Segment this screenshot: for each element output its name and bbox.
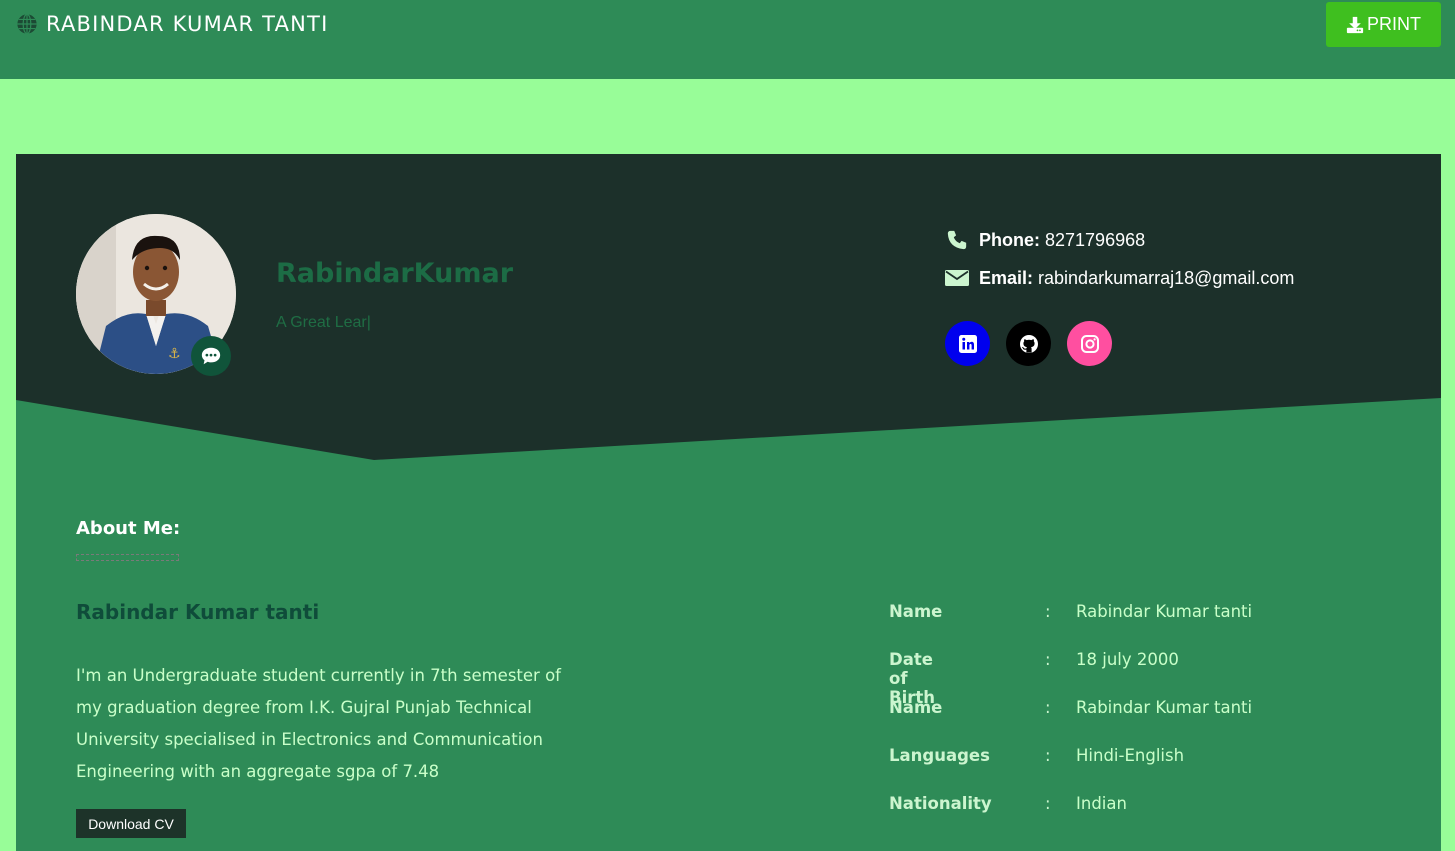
info-value: Indian (1076, 794, 1127, 813)
instagram-icon (1080, 334, 1099, 353)
instagram-link[interactable] (1067, 321, 1112, 366)
svg-text:⚓: ⚓ (168, 346, 181, 362)
envelope-icon (945, 270, 969, 286)
about-divider (76, 554, 179, 561)
email-value[interactable]: rabindarkumarraj18@gmail.com (1038, 268, 1294, 289)
about-subname: Rabindar Kumar tanti (76, 600, 320, 624)
globe-icon (17, 13, 37, 35)
about-title: About Me: (76, 518, 181, 539)
avatar-wrap: ⚓ (76, 214, 236, 376)
info-value: Hindi-English (1076, 746, 1185, 765)
brand-title: RABINDAR KUMAR TANTI (46, 12, 329, 36)
info-value: 18 july 2000 (1076, 650, 1179, 669)
info-label: Name (889, 698, 943, 717)
info-label: Languages (889, 746, 990, 765)
info-label: Nationality (889, 794, 992, 813)
info-value: Rabindar Kumar tanti (1076, 602, 1253, 621)
hero-name: RabindarKumar (276, 258, 514, 289)
info-value: Rabindar Kumar tanti (1076, 698, 1253, 717)
print-button[interactable]: PRINT (1326, 2, 1441, 47)
info-colon: : (1045, 698, 1051, 717)
linkedin-icon (958, 334, 977, 353)
chat-badge[interactable] (191, 336, 231, 376)
email-row: Email: rabindarkumarraj18@gmail.com (945, 264, 1294, 292)
phone-label: Phone: (979, 229, 1040, 250)
about-bio: I'm an Undergraduate student currently i… (76, 666, 561, 781)
github-link[interactable] (1006, 321, 1051, 366)
print-label: PRINT (1367, 14, 1421, 34)
info-colon: : (1045, 602, 1051, 621)
github-icon (1019, 334, 1038, 353)
info-colon: : (1045, 650, 1051, 669)
info-colon: : (1045, 794, 1051, 813)
info-colon: : (1045, 746, 1051, 765)
email-label: Email: (979, 267, 1034, 288)
chat-icon (201, 347, 221, 365)
hero-tagline: A Great Lear| (276, 314, 371, 331)
phone-row: Phone: 8271796968 (945, 226, 1294, 254)
info-label: Name (889, 602, 943, 621)
social-links (945, 321, 1112, 366)
phone-value[interactable]: 8271796968 (1045, 230, 1145, 251)
download-icon (1346, 16, 1364, 33)
profile-card: ⚓ RabindarKumar A Great Lear| Phone: 827… (16, 154, 1441, 851)
phone-icon (947, 230, 967, 250)
contact-info: Phone: 8271796968 Email: rabindarkumarra… (945, 226, 1294, 302)
download-cv-button[interactable]: Download CV (76, 809, 186, 838)
brand[interactable]: RABINDAR KUMAR TANTI (16, 12, 328, 36)
top-navbar: RABINDAR KUMAR TANTI PRINT (0, 0, 1455, 79)
linkedin-link[interactable] (945, 321, 990, 366)
